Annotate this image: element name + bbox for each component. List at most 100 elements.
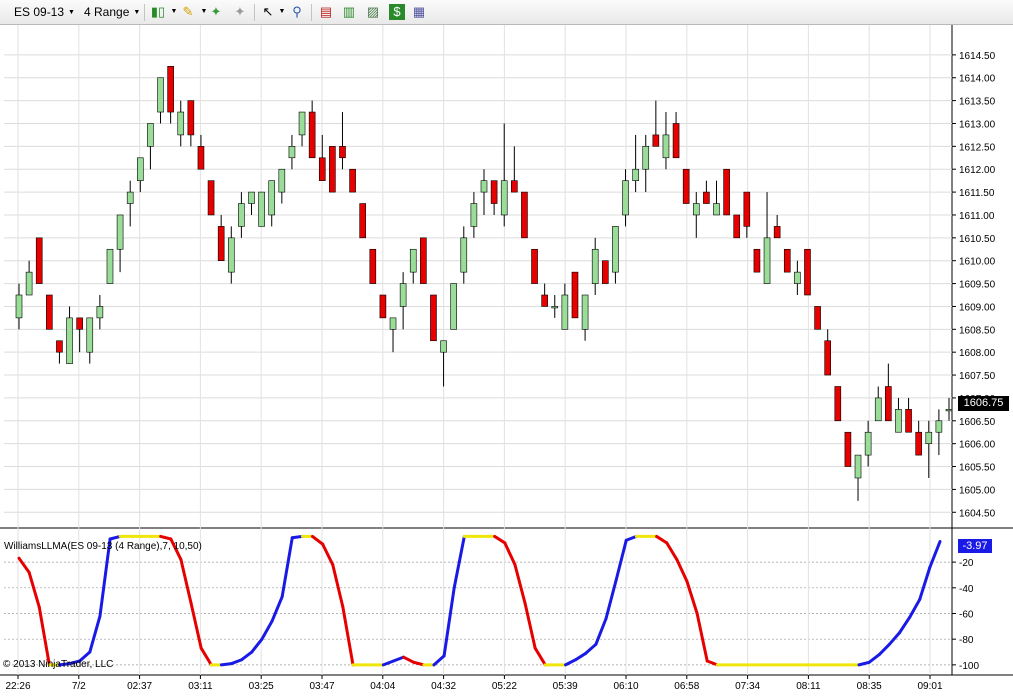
candle-down (167, 66, 174, 113)
time-tick-label: 04:04 (370, 681, 395, 692)
indicator-tick-label: -40 (959, 584, 974, 595)
candle-down (359, 203, 366, 239)
chevron-down-icon: ▼ (68, 8, 75, 16)
indicators-icon[interactable]: ▥ (341, 4, 357, 20)
candle-up (15, 294, 23, 319)
candle-up (66, 317, 73, 364)
candle-up (238, 203, 245, 227)
last-price-marker: 1606.75 (958, 396, 1009, 411)
candle-down (783, 248, 791, 273)
candle-down (46, 294, 53, 330)
data-series-icon[interactable]: ▤ (318, 4, 334, 20)
time-tick-label: 08:35 (857, 681, 882, 692)
toolbar-separator (254, 4, 255, 21)
candle-up (692, 203, 700, 216)
dollar-icon[interactable]: $ (389, 4, 405, 20)
price-tick-label: 1608.50 (959, 325, 996, 336)
indicator-tick-label: -100 (959, 661, 979, 672)
candle-down (308, 111, 316, 159)
candle-up (227, 237, 235, 273)
time-tick-label: 05:39 (553, 681, 578, 692)
candle-down (187, 100, 195, 136)
candle-up (389, 317, 397, 330)
drawing-pencil-icon[interactable]: ✎ (180, 4, 196, 20)
chart-toolbar: ES 09-13 ▼ 4 Range ▼ ▮▯ ▼ ✎ ▼ ✦ ✦ ↖ ▼ ⚲ ▤ … (0, 0, 1013, 25)
indicator-tick-label: -80 (959, 635, 974, 646)
candle-down (511, 180, 518, 193)
candle-down (672, 123, 680, 159)
snap-mode-icon[interactable]: ✦ (208, 4, 224, 20)
time-tick-label: 22:26 (5, 681, 30, 692)
candle-up (935, 420, 943, 433)
price-tick-label: 1611.50 (959, 188, 995, 199)
candle-up (258, 191, 265, 227)
candle-up (157, 77, 164, 113)
price-chart[interactable]: 1614.50 1614.00 1613.50 1613.00 1612.50 1612.… (0, 25, 1013, 700)
indicator-label: WilliamsLLMA(ES 09-13 (4 Range),7, 10,50… (4, 541, 202, 552)
time-tick-label: 02:37 (127, 681, 152, 692)
time-tick-label: 7/2 (72, 681, 86, 692)
global-draw-icon[interactable]: ✦ (232, 4, 248, 20)
price-tick-label: 1613.50 (959, 97, 996, 108)
interval-selector[interactable]: 4 Range ▼ (84, 3, 140, 21)
candle-up (642, 146, 650, 170)
chevron-down-icon: ▼ (133, 8, 141, 16)
candle-up (440, 340, 447, 353)
candle-down (349, 168, 356, 193)
time-tick-label: 05:22 (492, 681, 517, 692)
candle-down (35, 237, 43, 284)
price-tick-label: 1609.00 (959, 302, 996, 313)
instrument-selector[interactable]: ES 09-13 ▼ (14, 3, 75, 21)
candle-up (622, 180, 629, 216)
time-tick-label: 03:25 (249, 681, 274, 692)
candle-up (480, 180, 488, 193)
price-tick-label: 1605.00 (959, 485, 996, 496)
candle-down (430, 294, 437, 342)
time-tick-label: 03:47 (309, 681, 334, 692)
price-tick-label: 1612.50 (959, 142, 996, 153)
toolbar-separator (311, 4, 312, 21)
indicator-segment (219, 662, 234, 667)
candle-up (561, 294, 569, 330)
chart-style-icon[interactable]: ▮▯ (150, 4, 166, 20)
candle-down (703, 191, 710, 204)
candle-down (207, 180, 215, 216)
candle-up (460, 237, 468, 273)
price-tick-label: 1607.50 (959, 371, 996, 382)
candle-down (773, 226, 781, 239)
indicator-value-marker: -3.97 (958, 539, 992, 553)
candle-up (248, 191, 255, 204)
candle-up (591, 248, 599, 284)
candle-down (885, 386, 892, 422)
price-tick-label: 1612.00 (959, 165, 996, 176)
candle-down (743, 191, 751, 227)
candle-up (147, 123, 154, 147)
candle-up (763, 237, 771, 284)
candle-up (925, 431, 933, 444)
candle-up (874, 397, 882, 422)
candle-up (278, 168, 286, 193)
candle-down (915, 431, 922, 456)
candle-down (420, 237, 427, 284)
price-tick-label: 1606.50 (959, 417, 996, 428)
candle-down (379, 294, 387, 319)
strategies-icon[interactable]: ▨ (365, 4, 381, 20)
time-tick-label: 03:11 (188, 681, 213, 692)
candle-up (945, 409, 953, 412)
price-tick-label: 1608.00 (959, 348, 996, 359)
candle-up (298, 111, 306, 136)
time-tick-label: 04:32 (431, 681, 456, 692)
time-tick-label: 07:34 (735, 681, 760, 692)
properties-icon[interactable]: ▦ (411, 4, 427, 20)
time-tick-label: 09:01 (917, 681, 942, 692)
candle-down (217, 226, 225, 262)
chevron-down-icon[interactable]: ▼ (274, 4, 290, 20)
interval-label: 4 Range (84, 5, 130, 19)
candle-up (551, 306, 559, 309)
candle-down (905, 409, 912, 433)
candle-up (25, 271, 33, 296)
candle-up (713, 203, 720, 216)
candle-down (834, 386, 842, 422)
zoom-icon[interactable]: ⚲ (289, 4, 305, 20)
copyright-text: © 2013 NinjaTrader, LLC (3, 659, 114, 670)
